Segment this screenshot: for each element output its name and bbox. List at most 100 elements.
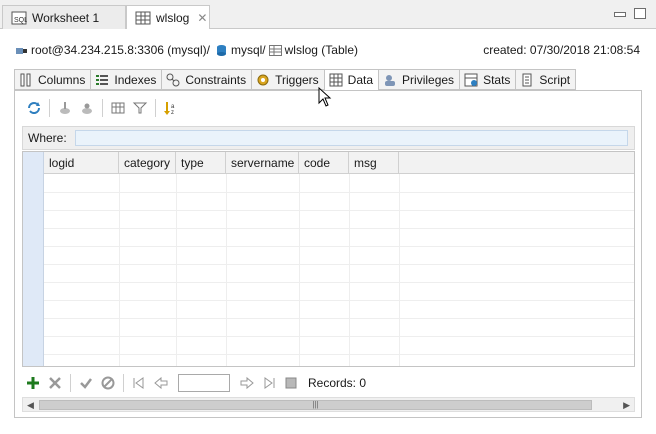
sort-icon[interactable]: az [160,97,182,119]
column-header-category[interactable]: category [119,152,176,174]
grid-row-line [44,264,634,265]
page-number-input[interactable] [178,374,230,392]
data-toolbar: az [23,96,182,120]
next-page-button[interactable] [236,372,258,394]
close-icon[interactable]: ✕ [197,11,207,25]
stop-button[interactable] [280,372,302,394]
table-icon [268,44,282,57]
grid-row-line [44,300,634,301]
grid-row-line [44,210,634,211]
breadcrumb: root@34.234.215.8:3306 (mysql)/ mysql/ w… [14,43,358,57]
inner-tab-bar: Columns Indexes Constraints Triggers Dat… [14,69,577,91]
tab-privileges[interactable]: Privileges [378,69,460,90]
grid-icon [329,73,343,87]
tab-wlslog[interactable]: wlslog ✕ [126,5,210,30]
privileges-icon [383,73,397,87]
window-controls [614,8,646,19]
column-header-servername[interactable]: servername [226,152,299,174]
tab-stats[interactable]: Stats [459,69,516,90]
script-icon [520,73,534,87]
toolbar-divider [102,99,103,117]
toolbar-divider [49,99,50,117]
tab-columns[interactable]: Columns [14,69,91,90]
tab-label: Triggers [275,72,319,87]
first-page-button[interactable] [128,372,150,394]
records-count: Records: 0 [308,376,367,390]
minimize-button[interactable] [614,12,626,17]
breadcrumb-table[interactable]: wlslog (Table) [285,43,358,57]
tab-label: Columns [38,72,86,87]
data-panel: az Where: logid category type servername cod… [14,90,642,418]
column-header-row: logid category type servername code msg [44,152,634,174]
last-page-button[interactable] [258,372,280,394]
tab-script[interactable]: Script [515,69,577,90]
tab-label: Privileges [402,72,455,87]
tab-label: Data [347,73,374,87]
where-label: Where: [28,131,67,145]
data-grid[interactable]: logid category type servername code msg [22,151,635,367]
tab-indexes[interactable]: Indexes [90,69,162,90]
commit-button[interactable] [75,372,97,394]
mouse-cursor-icon [318,87,332,107]
scroll-right-icon[interactable]: ▶ [623,400,630,411]
gear-icon [256,73,270,87]
created-timestamp: created: 07/30/2018 21:08:54 [483,43,640,57]
column-header-msg[interactable]: msg [349,152,399,174]
grid-row-line [44,336,634,337]
svg-text:SQL: SQL [14,17,27,24]
tab-constraints[interactable]: Constraints [161,69,252,90]
grid-column-line [176,174,177,366]
tab-label: Constraints [185,72,247,87]
grid-row-line [44,192,634,193]
row-header-column [23,152,44,366]
refresh-button[interactable] [23,97,45,119]
svg-text:z: z [171,110,174,116]
where-input[interactable] [75,130,628,146]
import-icon[interactable] [76,97,98,119]
tab-label: Script [539,72,571,87]
previous-page-button[interactable] [150,372,172,394]
tab-triggers[interactable]: Triggers [251,69,324,90]
maximize-button[interactable] [634,8,646,19]
stats-icon [464,73,478,87]
grid-column-line [399,174,400,366]
grid-row-line [44,282,634,283]
delete-row-button[interactable] [44,372,66,394]
constraints-icon [166,73,180,87]
toolbar-divider [70,374,71,392]
scrollbar-thumb[interactable]: ||| [39,400,592,410]
tab-label: Stats [483,72,511,87]
grid-row-line [44,246,634,247]
horizontal-scrollbar[interactable]: ◀ ||| ▶ [22,397,635,412]
navigation-bar: Records: 0 [22,371,635,395]
tab-worksheet-1[interactable]: SQL Worksheet 1 [2,5,126,30]
table-icon [135,11,151,25]
grid-column-line [299,174,300,366]
grid-column-line [119,174,120,366]
breadcrumb-schema[interactable]: mysql/ [231,43,266,57]
where-filter: Where: [22,126,635,150]
grid-column-line [349,174,350,366]
scroll-left-icon[interactable]: ◀ [27,400,34,411]
breadcrumb-connection[interactable]: root@34.234.215.8:3306 (mysql)/ [31,43,210,57]
cancel-button[interactable] [97,372,119,394]
database-icon [215,44,228,57]
tab-label: wlslog [156,11,190,25]
grid-row-line [44,318,634,319]
tab-label: Worksheet 1 [32,11,100,25]
tab-label: Indexes [114,72,157,87]
columns-icon [19,73,33,87]
column-header-type[interactable]: type [176,152,226,174]
column-header-code[interactable]: code [299,152,349,174]
toolbar-divider [123,374,124,392]
grid-row-line [44,354,634,355]
indexes-icon [95,73,109,87]
freeze-columns-icon[interactable] [107,97,129,119]
grid-row-line [44,228,634,229]
column-header-logid[interactable]: logid [44,152,119,174]
filter-icon[interactable] [129,97,151,119]
export-icon[interactable] [54,97,76,119]
grid-column-line [226,174,227,366]
add-row-button[interactable] [22,372,44,394]
toolbar-divider [155,99,156,117]
